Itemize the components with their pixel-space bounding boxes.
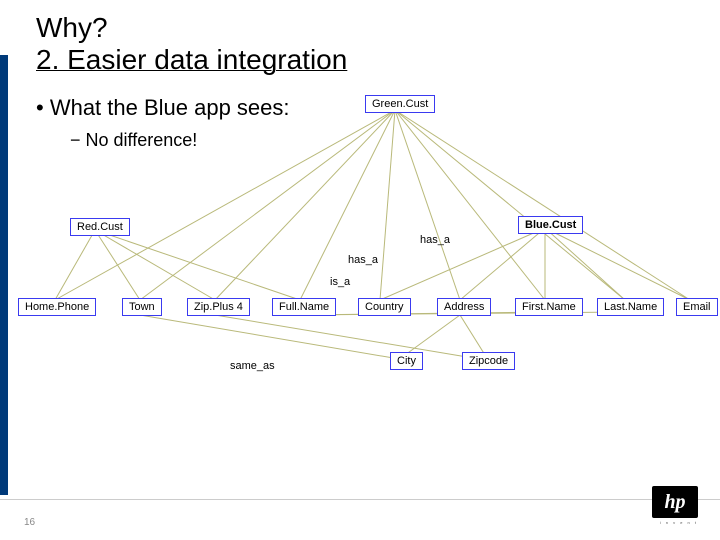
edge-label-same-as: same_as bbox=[230, 360, 275, 372]
edge-label-is-a: is_a bbox=[330, 276, 350, 288]
hp-logo-icon: hp bbox=[652, 486, 698, 518]
node-email: Email bbox=[676, 298, 718, 316]
edge-label-has-a-2: has_a bbox=[348, 254, 378, 266]
node-country: Country bbox=[358, 298, 411, 316]
node-last-name: Last.Name bbox=[597, 298, 664, 316]
hp-tagline: i n v e n t bbox=[652, 520, 698, 525]
node-town: Town bbox=[122, 298, 162, 316]
node-address: Address bbox=[437, 298, 491, 316]
node-city: City bbox=[390, 352, 423, 370]
node-blue-cust: Blue.Cust bbox=[518, 216, 583, 234]
node-zipcode: Zipcode bbox=[462, 352, 515, 370]
node-full-name: Full.Name bbox=[272, 298, 336, 316]
node-first-name: First.Name bbox=[515, 298, 583, 316]
edge-label-has-a-1: has_a bbox=[420, 234, 450, 246]
node-zip-plus4: Zip.Plus 4 bbox=[187, 298, 250, 316]
page-number: 16 bbox=[24, 517, 35, 528]
diagram-edges bbox=[0, 0, 720, 540]
footer-rule bbox=[0, 499, 720, 500]
node-home-phone: Home.Phone bbox=[18, 298, 96, 316]
node-green-cust: Green.Cust bbox=[365, 95, 435, 113]
hp-logo: hp i n v e n t bbox=[652, 486, 698, 532]
node-red-cust: Red.Cust bbox=[70, 218, 130, 236]
slide: Why? 2. Easier data integration • What t… bbox=[0, 0, 720, 540]
